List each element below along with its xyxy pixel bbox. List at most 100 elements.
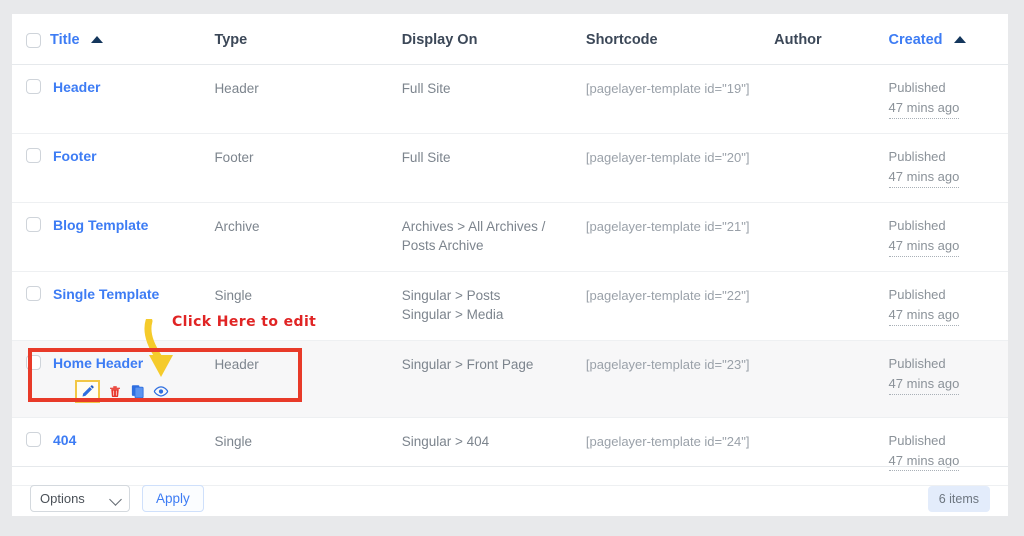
row-checkbox[interactable] (26, 79, 41, 94)
cell-shortcode: [pagelayer-template id="21"] (585, 202, 775, 272)
shortcode-text: [pagelayer-template id="20"] (585, 149, 750, 165)
cell-type-text: Footer (214, 149, 254, 165)
row-actions (75, 379, 206, 403)
cell-title: Blog Template (12, 202, 215, 272)
row-checkbox[interactable] (26, 147, 41, 163)
column-header-type-label: Type (214, 32, 248, 48)
column-header-display-on[interactable]: Display On (401, 14, 586, 65)
column-header-created-label: Created (888, 32, 943, 48)
column-header-display-on-label: Display On (401, 32, 478, 48)
cell-type-text: Single (214, 287, 252, 303)
row-checkbox[interactable] (26, 285, 41, 301)
table-row[interactable]: Home Header Header Singular > Front Page [p… (12, 340, 1008, 418)
delete-icon[interactable] (106, 383, 123, 400)
column-header-title-label: Title (50, 32, 80, 48)
sort-ascending-icon (953, 36, 966, 43)
items-count-badge: 6 items (927, 485, 990, 512)
template-title-link[interactable]: Header (53, 78, 100, 98)
cell-display-on: Archives > All Archives / Posts Archive (401, 202, 586, 272)
bulk-options-value: Options (40, 491, 85, 506)
cell-shortcode: [pagelayer-template id="20"] (585, 133, 775, 203)
cell-display-on-text: Singular > 404 (401, 433, 490, 449)
row-checkbox[interactable] (26, 216, 41, 232)
cell-title: Footer (12, 133, 215, 203)
cell-display-on-text: Full Site (401, 81, 451, 96)
table-header-row: Title Type Display On Shortcode Author C… (12, 14, 1008, 65)
cell-display-on: Full Site (401, 133, 586, 203)
table-row[interactable]: Blog Template Archive Archives > All Archi… (12, 202, 1008, 272)
cell-display-on: Singular > Front Page (401, 340, 586, 418)
cell-display-on: Singular > Posts Singular > Media (401, 271, 586, 341)
column-header-author-label: Author (774, 32, 822, 48)
template-title-link[interactable]: Blog Template (53, 216, 148, 236)
table-body: Header Header Full Site [pagelayer-template… (12, 64, 1008, 487)
cell-type-text: Header (214, 356, 259, 372)
cell-display-on-text: Archives > All Archives / Posts Archive (401, 218, 546, 253)
table-row[interactable]: Header Header Full Site [pagelayer-template… (12, 64, 1008, 134)
cell-created: Published 47 mins ago (888, 64, 1008, 134)
column-header-created[interactable]: Created (888, 14, 1008, 65)
created-time-text: 47 mins ago (888, 375, 960, 395)
cell-type: Footer (214, 133, 402, 203)
cell-type: Header (214, 340, 402, 418)
cell-shortcode: [pagelayer-template id="19"] (585, 64, 775, 134)
cell-type-text: Archive (214, 218, 260, 234)
annotation-text: Click Here to edit (172, 314, 317, 330)
cell-shortcode: [pagelayer-template id="22"] (585, 271, 775, 341)
cell-created: Published 47 mins ago (888, 133, 1008, 203)
templates-card: Title Type Display On Shortcode Author C… (12, 14, 1008, 516)
apply-button[interactable]: Apply (142, 485, 204, 512)
cell-author (774, 133, 889, 203)
shortcode-text: [pagelayer-template id="19"] (585, 81, 750, 96)
row-checkbox[interactable] (26, 431, 41, 447)
created-time-text: 47 mins ago (888, 168, 960, 188)
created-time-text: 47 mins ago (888, 306, 960, 326)
duplicate-icon[interactable] (129, 383, 146, 400)
table-row[interactable]: Footer Footer Full Site [pagelayer-template… (12, 133, 1008, 203)
column-header-type[interactable]: Type (214, 14, 402, 65)
preview-icon[interactable] (152, 383, 169, 400)
cell-author (774, 202, 889, 272)
cell-display-on-text: Singular > Front Page (401, 356, 534, 372)
cell-author (774, 340, 889, 418)
column-header-shortcode-label: Shortcode (585, 32, 658, 48)
page-root: Title Type Display On Shortcode Author C… (0, 0, 1024, 536)
template-title-link[interactable]: Single Template (53, 285, 159, 305)
cell-display-on: Full Site (401, 64, 586, 134)
cell-title: Header (12, 64, 215, 134)
cell-created: Published 47 mins ago (888, 340, 1008, 418)
column-header-author[interactable]: Author (774, 14, 889, 65)
cell-created: Published 47 mins ago (888, 202, 1008, 272)
template-title-link[interactable]: 404 (53, 431, 76, 451)
row-checkbox[interactable] (26, 354, 41, 370)
cell-type-text: Single (214, 433, 252, 449)
shortcode-text: [pagelayer-template id="21"] (585, 218, 750, 234)
shortcode-text: [pagelayer-template id="24"] (585, 433, 750, 449)
templates-table: Title Type Display On Shortcode Author C… (12, 14, 1008, 487)
status-text: Published (888, 80, 946, 95)
table-row[interactable]: Single Template Single Singular > Posts Si… (12, 271, 1008, 341)
bulk-options-select[interactable]: Options (30, 485, 130, 512)
created-time-text: 47 mins ago (888, 237, 960, 257)
shortcode-text: [pagelayer-template id="22"] (585, 287, 750, 303)
chevron-down-icon (109, 493, 122, 506)
table-header: Title Type Display On Shortcode Author C… (12, 14, 1008, 65)
status-text: Published (888, 148, 946, 164)
cell-shortcode: [pagelayer-template id="23"] (585, 340, 775, 418)
cell-type: Archive (214, 202, 402, 272)
column-header-shortcode[interactable]: Shortcode (585, 14, 775, 65)
status-text: Published (888, 217, 946, 233)
edit-icon[interactable] (75, 379, 100, 403)
cell-type: Header (214, 64, 402, 134)
template-title-link[interactable]: Home Header (53, 354, 143, 374)
bulk-actions-bar: Options Apply 6 items (12, 466, 1008, 530)
select-all-checkbox[interactable] (26, 32, 41, 48)
created-time-text: 47 mins ago (888, 99, 960, 119)
cell-created: Published 47 mins ago (888, 271, 1008, 341)
cell-author (774, 271, 889, 341)
status-text: Published (888, 286, 946, 302)
column-header-title[interactable]: Title (12, 14, 215, 65)
cell-display-on-text: Singular > Posts Singular > Media (401, 287, 504, 322)
cell-display-on-text: Full Site (401, 149, 451, 165)
template-title-link[interactable]: Footer (53, 147, 97, 167)
